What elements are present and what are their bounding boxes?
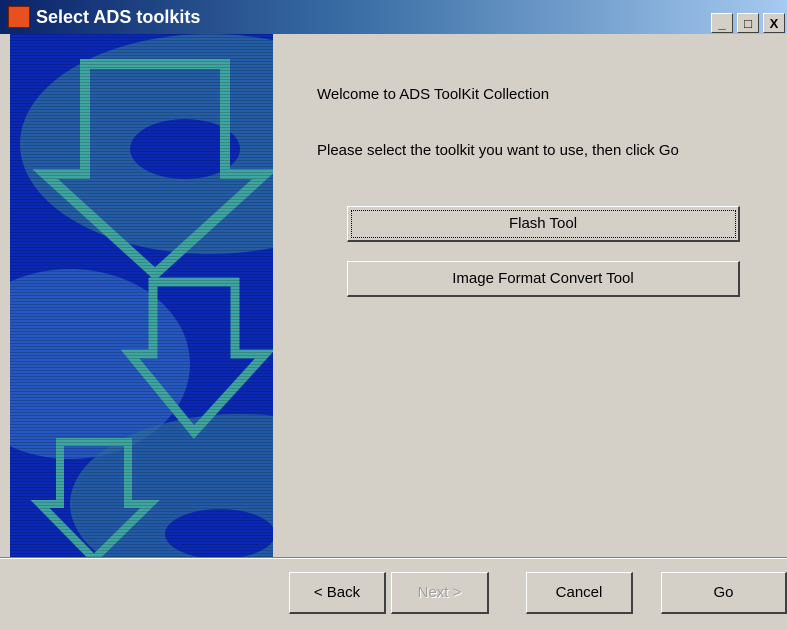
image-format-convert-tool-button[interactable]: Image Format Convert Tool xyxy=(347,261,740,297)
go-button[interactable]: Go xyxy=(661,572,787,614)
close-button[interactable]: X xyxy=(763,13,785,33)
flash-tool-button[interactable]: Flash Tool xyxy=(347,206,740,242)
app-icon xyxy=(8,6,30,28)
minimize-button[interactable]: _ xyxy=(711,13,733,33)
dialog-window: Select ADS toolkits _ □ X Welcome to ADS… xyxy=(0,0,787,630)
instruction-text: Please select the toolkit you want to us… xyxy=(317,142,679,159)
title-bar[interactable]: Select ADS toolkits _ □ X xyxy=(0,0,787,34)
download-arrows-illustration xyxy=(10,34,273,557)
welcome-text: Welcome to ADS ToolKit Collection xyxy=(317,86,550,103)
footer-separator xyxy=(0,557,787,559)
back-button[interactable]: < Back xyxy=(289,572,386,614)
next-button[interactable]: Next > xyxy=(391,572,489,614)
window-title: Select ADS toolkits xyxy=(36,7,201,27)
maximize-button[interactable]: □ xyxy=(737,13,759,33)
cancel-button[interactable]: Cancel xyxy=(526,572,633,614)
wizard-banner-image xyxy=(10,34,273,557)
